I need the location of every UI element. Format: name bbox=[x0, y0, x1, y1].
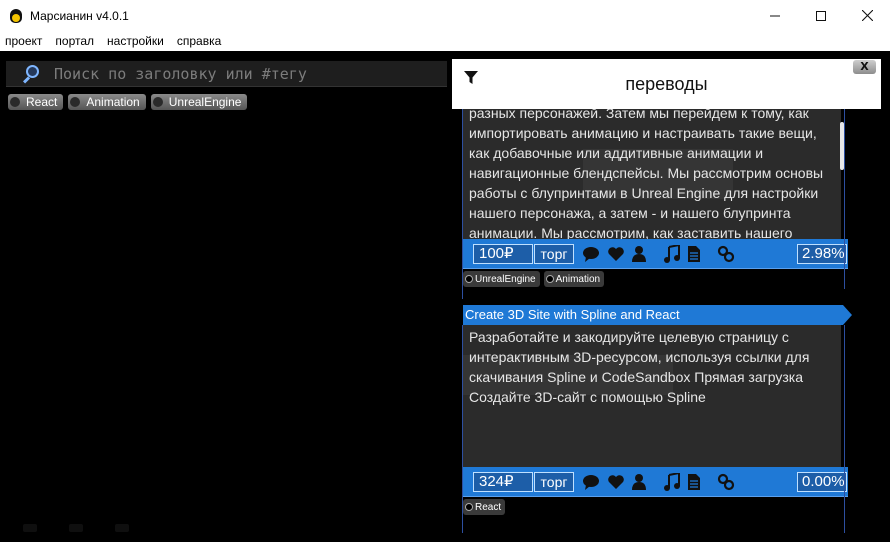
card-rail bbox=[844, 325, 845, 533]
title-bar: Марсианин v4.0.1 bbox=[0, 0, 890, 31]
bargain-button[interactable]: торг bbox=[534, 472, 574, 492]
user-icon[interactable] bbox=[630, 245, 648, 263]
music-icon[interactable] bbox=[663, 245, 681, 263]
document-icon[interactable] bbox=[685, 245, 703, 263]
penguin-logo-icon bbox=[8, 8, 24, 24]
menu-bar: проект портал настройки справка bbox=[0, 31, 890, 51]
translations-panel: переводы X разных персонажей. Затем мы п… bbox=[452, 59, 885, 533]
card-toolbar: 100₽ торг 2.98% bbox=[463, 239, 848, 269]
panel-header: переводы bbox=[452, 59, 881, 109]
card-rail bbox=[844, 109, 845, 289]
menu-item-settings[interactable]: настройки bbox=[107, 34, 164, 48]
comment-icon[interactable] bbox=[582, 473, 600, 491]
close-icon bbox=[861, 10, 873, 21]
maximize-button[interactable] bbox=[798, 0, 844, 31]
tag-label: Animation bbox=[555, 273, 601, 285]
filter-icon[interactable] bbox=[464, 71, 478, 85]
progress-percent: 0.00% bbox=[797, 472, 847, 492]
maximize-icon bbox=[816, 10, 826, 21]
card-tag[interactable]: Animation bbox=[543, 271, 605, 287]
card-tag-list: React bbox=[463, 499, 845, 516]
price-field[interactable]: 324₽ bbox=[473, 472, 533, 492]
tag-label: React bbox=[26, 95, 58, 109]
tag-label: UnrealEngine bbox=[475, 273, 536, 285]
link-icon[interactable] bbox=[717, 473, 735, 491]
menu-item-project[interactable]: проект bbox=[5, 34, 42, 48]
card-description-area: Разработайте и закодируйте целевую стран… bbox=[463, 325, 841, 467]
search-icon bbox=[22, 64, 40, 84]
comment-icon[interactable] bbox=[582, 245, 600, 263]
panel-close-button[interactable]: X bbox=[853, 60, 876, 74]
tag-label: React bbox=[475, 501, 502, 513]
app-window: Марсианин v4.0.1 проект портал настройки… bbox=[0, 0, 890, 542]
card-tag-list: UnrealEngine Animation bbox=[463, 271, 845, 288]
filter-tag-react[interactable]: React bbox=[8, 94, 64, 110]
window-title: Марсианин v4.0.1 bbox=[30, 8, 129, 23]
tag-label: UnrealEngine bbox=[168, 95, 242, 109]
minimize-button[interactable] bbox=[752, 0, 798, 31]
faint-background-row bbox=[23, 517, 323, 532]
translation-card: Create 3D Site with Spline and React Раз… bbox=[463, 305, 852, 516]
search-input[interactable] bbox=[54, 64, 434, 83]
panel-title: переводы bbox=[625, 73, 708, 94]
card-description: Разработайте и закодируйте целевую стран… bbox=[469, 329, 810, 405]
close-window-button[interactable] bbox=[844, 0, 890, 31]
card-title[interactable]: Create 3D Site with Spline and React bbox=[463, 305, 852, 325]
music-icon[interactable] bbox=[663, 473, 681, 491]
user-icon[interactable] bbox=[630, 473, 648, 491]
search-bar bbox=[6, 61, 447, 87]
filter-tag-unrealengine[interactable]: UnrealEngine bbox=[150, 94, 248, 110]
tag-dot-icon bbox=[465, 275, 473, 283]
price-field[interactable]: 100₽ bbox=[473, 244, 533, 264]
left-pane: React Animation UnrealEngine bbox=[3, 59, 449, 533]
heart-icon[interactable] bbox=[607, 245, 625, 263]
filter-tag-list: React Animation UnrealEngine bbox=[8, 94, 252, 110]
tag-dot-icon bbox=[10, 97, 20, 107]
scrollbar-thumb[interactable] bbox=[840, 122, 844, 170]
menu-item-help[interactable]: справка bbox=[177, 34, 221, 48]
card-description: разных персонажей. Затем мы перейдем к т… bbox=[469, 109, 824, 239]
card-tag[interactable]: UnrealEngine bbox=[463, 271, 540, 287]
card-tag[interactable]: React bbox=[463, 499, 506, 515]
document-icon[interactable] bbox=[685, 473, 703, 491]
tag-dot-icon bbox=[465, 503, 473, 511]
link-icon[interactable] bbox=[717, 245, 735, 263]
tag-dot-icon bbox=[70, 97, 81, 107]
tag-dot-icon bbox=[152, 97, 163, 107]
card-description-area: разных персонажей. Затем мы перейдем к т… bbox=[463, 109, 841, 239]
heart-icon[interactable] bbox=[607, 473, 625, 491]
minimize-icon bbox=[770, 15, 780, 16]
translation-card: разных персонажей. Затем мы перейдем к т… bbox=[463, 109, 848, 288]
card-toolbar: 324₽ торг 0.00% bbox=[463, 467, 848, 497]
menu-item-portal[interactable]: портал bbox=[55, 34, 94, 48]
bargain-button[interactable]: торг bbox=[534, 244, 574, 264]
tag-dot-icon bbox=[545, 275, 554, 283]
filter-tag-animation[interactable]: Animation bbox=[68, 94, 146, 110]
progress-percent: 2.98% bbox=[797, 244, 847, 264]
tag-label: Animation bbox=[86, 95, 140, 109]
